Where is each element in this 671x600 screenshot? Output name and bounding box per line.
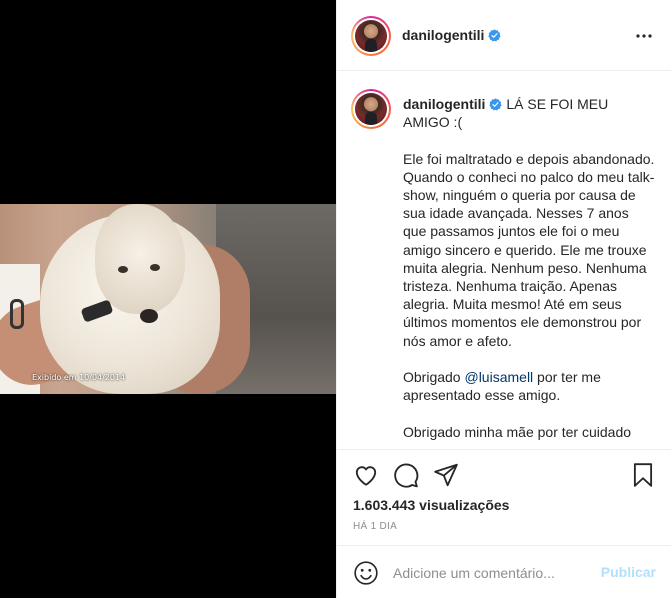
share-icon xyxy=(434,463,458,487)
verified-badge-icon xyxy=(489,98,503,111)
video-broadcast-caption: Exibido em 10/04/2014 xyxy=(32,373,126,382)
video-player[interactable]: Exibido em 10/04/2014 xyxy=(0,204,336,394)
caption-username[interactable]: danilogentili xyxy=(403,96,485,112)
caption-text: danilogentili LÁ SE FOI MEU AMIGO :( Ele… xyxy=(403,95,655,441)
save-button[interactable] xyxy=(630,462,656,488)
emoji-button[interactable] xyxy=(353,560,379,586)
avatar-image xyxy=(355,20,387,52)
post-timestamp[interactable]: HÁ 1 DIA xyxy=(353,521,397,532)
heart-icon xyxy=(355,466,377,486)
verified-badge-icon xyxy=(488,29,502,42)
add-comment-bar: Publicar xyxy=(337,545,671,600)
caption-thanks-prefix: Obrigado xyxy=(403,369,465,386)
ellipsis-icon xyxy=(636,34,652,38)
avatar[interactable] xyxy=(351,16,391,56)
comment-input[interactable] xyxy=(393,562,593,584)
bookmark-icon xyxy=(633,463,653,487)
post-sidebar: danilogentili danilogentili LÁ SE FOI ME… xyxy=(336,0,671,598)
like-button[interactable] xyxy=(353,462,379,488)
instagram-post: Exibido em 10/04/2014 danilogentili dani… xyxy=(0,0,671,598)
header-username-wrap: danilogentili xyxy=(402,27,502,45)
view-count[interactable]: 1.603.443 visualizações xyxy=(353,497,509,513)
dog-eye xyxy=(150,264,160,271)
dog-nose xyxy=(140,309,158,323)
bracelet xyxy=(10,299,24,329)
comment-icon xyxy=(394,463,419,488)
smiley-icon xyxy=(354,561,378,585)
caption-paragraph: Ele foi maltratado e depois abandonado. … xyxy=(403,150,659,349)
comment-button[interactable] xyxy=(393,462,419,488)
publish-button[interactable]: Publicar xyxy=(601,564,656,580)
dog-head xyxy=(95,204,185,314)
caption-area: danilogentili LÁ SE FOI MEU AMIGO :( Ele… xyxy=(337,72,671,448)
header-username[interactable]: danilogentili xyxy=(402,27,484,43)
avatar-image xyxy=(355,93,387,125)
post-header: danilogentili xyxy=(337,0,671,71)
post-media[interactable]: Exibido em 10/04/2014 xyxy=(0,0,336,598)
dog-eye xyxy=(118,266,128,273)
caption-paragraph-3: Obrigado minha mãe por ter cuidado xyxy=(403,423,632,440)
caption-avatar[interactable] xyxy=(351,89,391,129)
more-options-button[interactable] xyxy=(632,24,656,48)
share-button[interactable] xyxy=(433,462,459,488)
mention-link[interactable]: @luisamell xyxy=(464,369,533,385)
post-actions: 1.603.443 visualizações HÁ 1 DIA Publica… xyxy=(337,449,671,599)
